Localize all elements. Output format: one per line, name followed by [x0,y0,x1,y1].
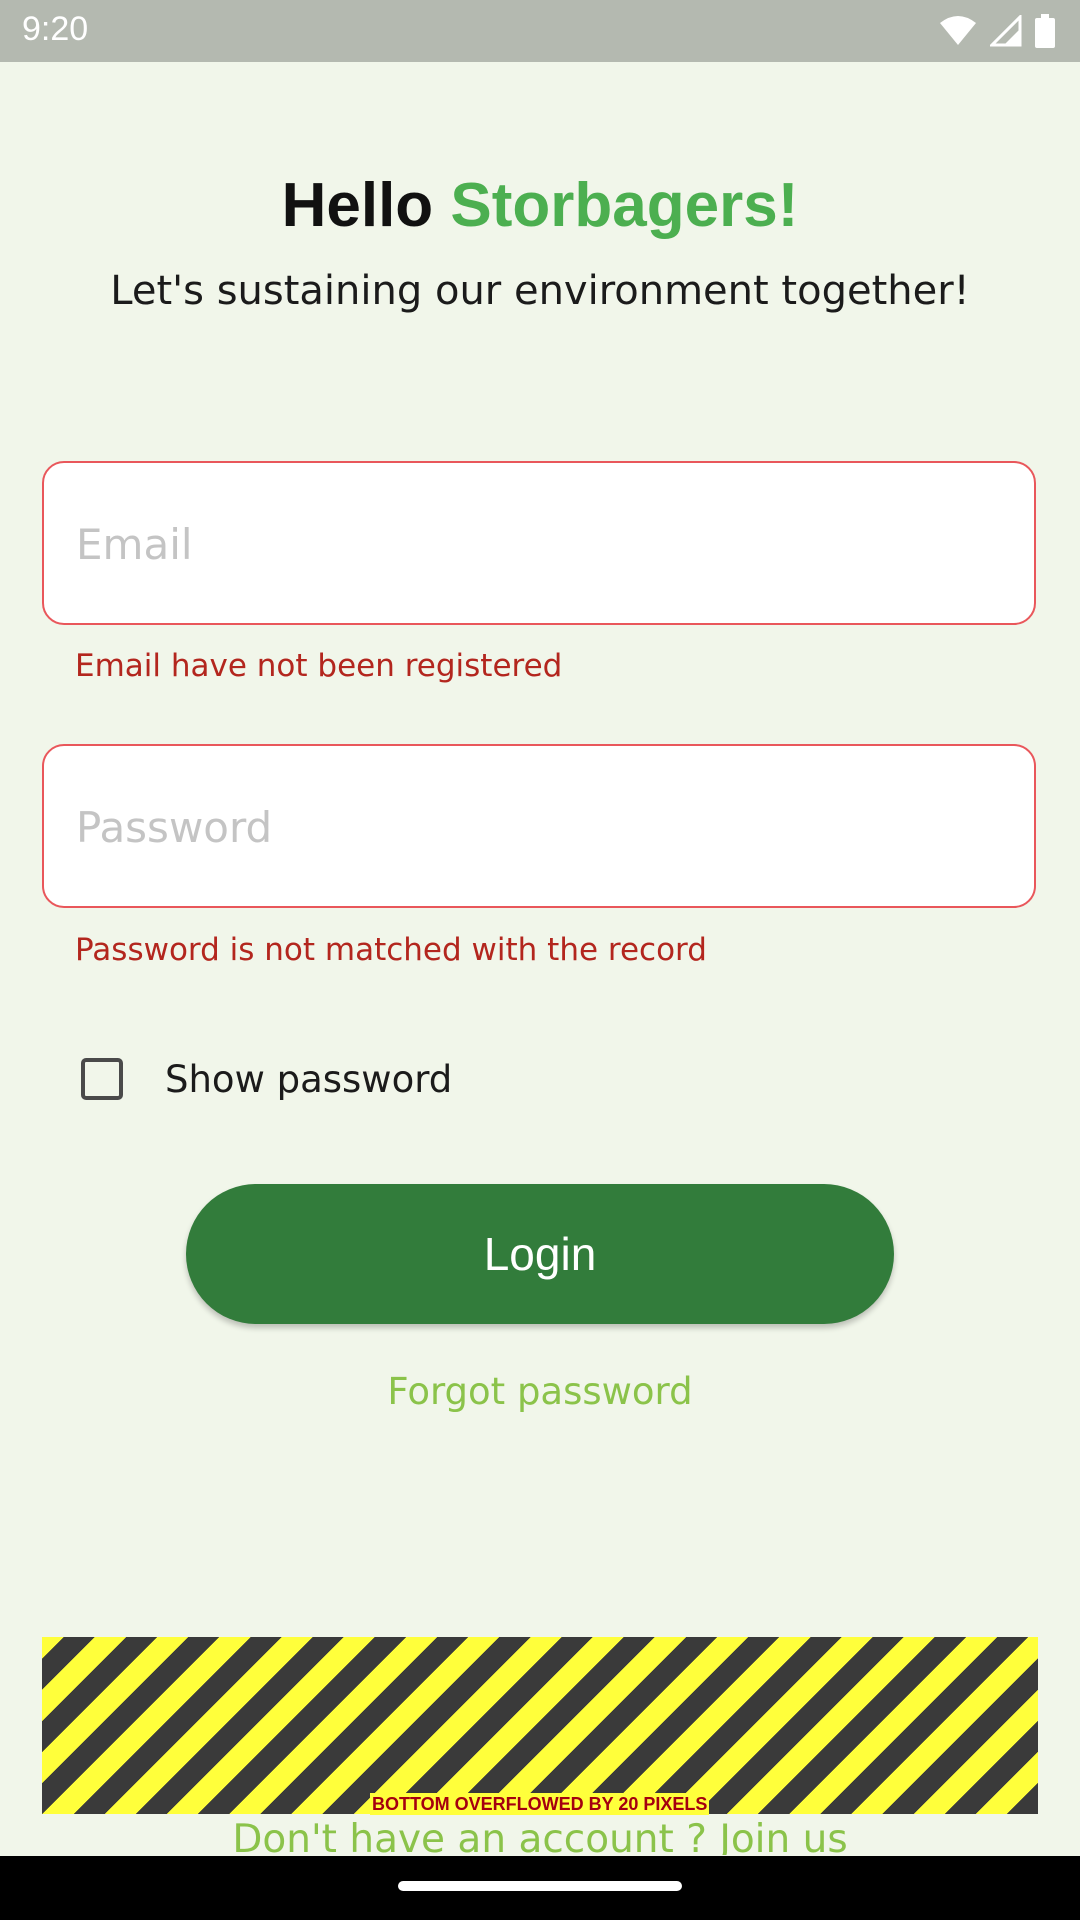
signal-icon [990,15,1022,47]
password-error: Password is not matched with the record [75,932,707,968]
join-us-link[interactable]: Don't have an account ? Join us [0,1815,1080,1855]
wifi-icon [940,16,976,45]
page-title: Hello Storbagers! [0,170,1080,241]
navigation-bar [0,1856,1080,1920]
overflow-warning-stripes [42,1637,1038,1814]
email-input[interactable] [74,463,998,625]
status-bar: 9:20 [0,0,1080,62]
home-handle[interactable] [398,1881,682,1891]
login-button[interactable]: Login [186,1184,894,1324]
email-error: Email have not been registered [75,648,563,684]
email-field[interactable] [42,461,1036,625]
show-password-checkbox[interactable] [81,1058,123,1100]
greeting-prefix: Hello [281,171,434,240]
status-icons [938,12,1056,50]
battery-icon [1035,14,1055,48]
show-password-row[interactable]: Show password [78,1052,452,1106]
greeting-name: Storbagers! [450,171,799,240]
show-password-label: Show password [165,1057,453,1101]
tagline: Let's sustaining our environment togethe… [110,268,970,314]
password-input[interactable] [74,746,998,908]
status-time: 9:20 [22,10,89,48]
forgot-password-link[interactable]: Forgot password [0,1370,1080,1413]
overflow-warning-label: BOTTOM OVERFLOWED BY 20 PIXELS [370,1793,710,1815]
password-field[interactable] [42,744,1036,908]
